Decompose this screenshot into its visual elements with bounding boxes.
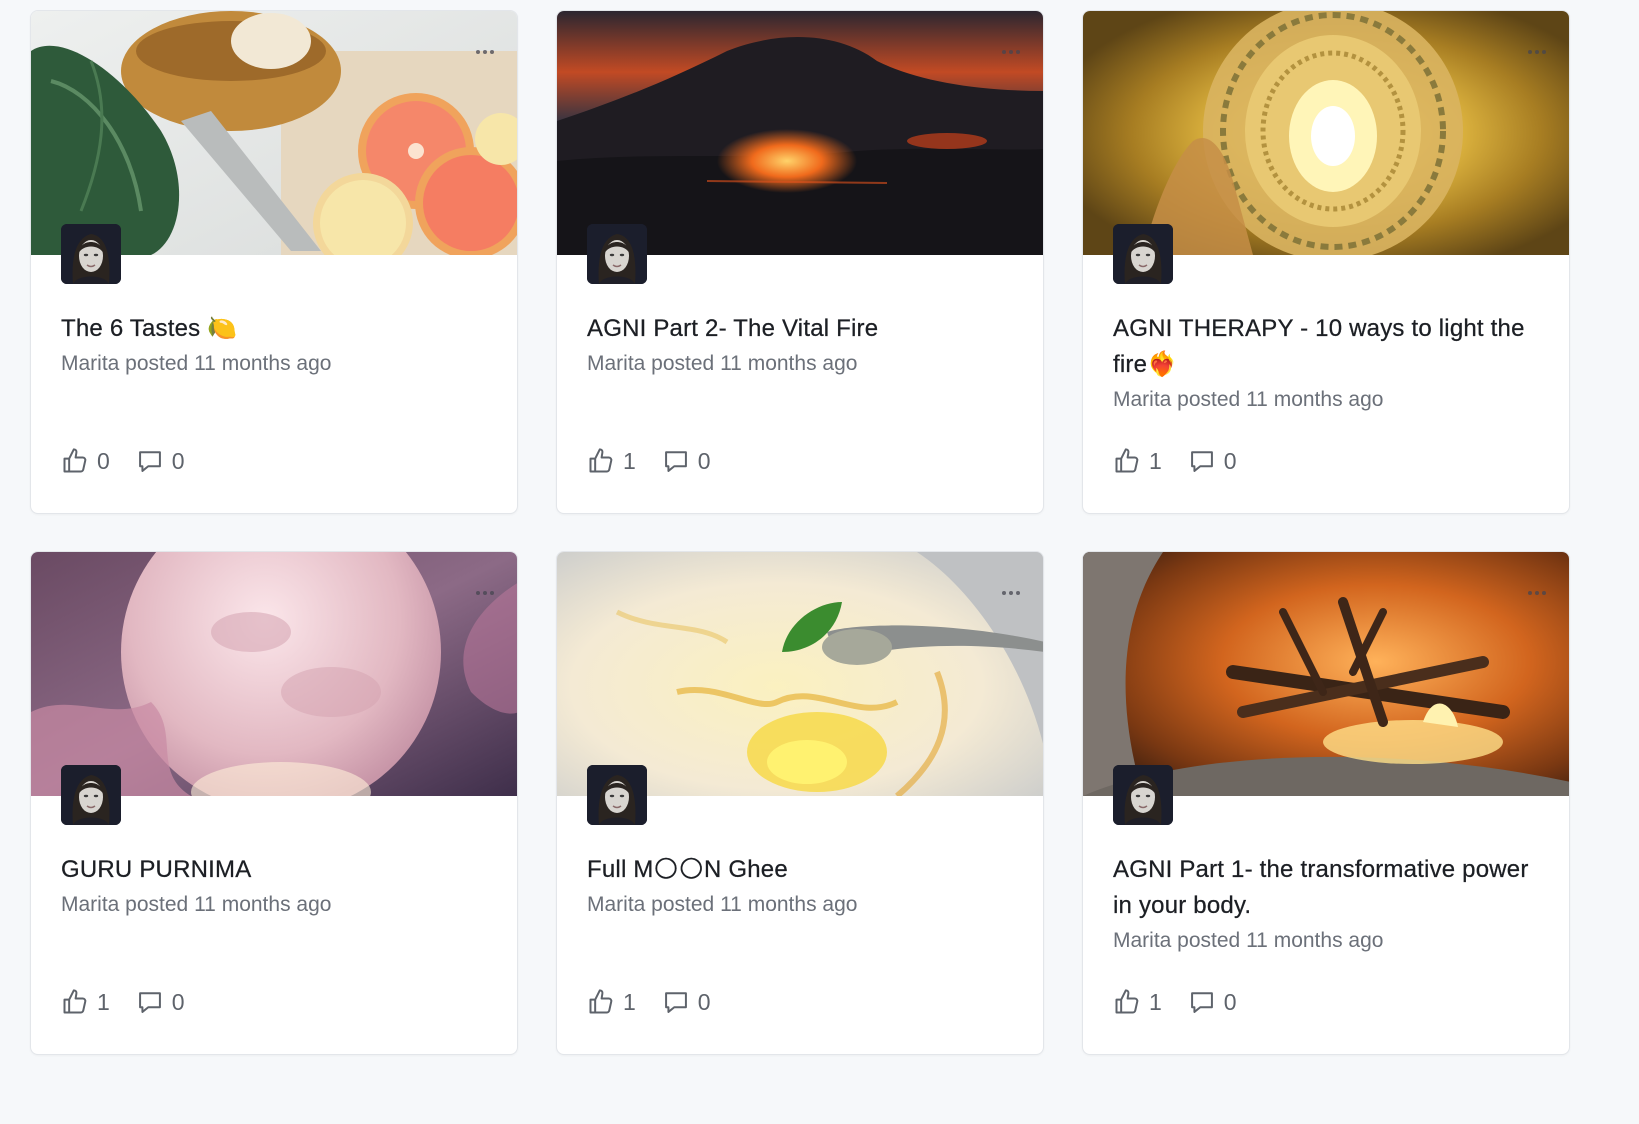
like-count: 0 [97, 447, 110, 474]
more-options-button[interactable] [471, 45, 499, 59]
post-meta: Marita posted 11 months ago [587, 893, 858, 916]
author-avatar[interactable] [1113, 224, 1173, 284]
thumbs-up-icon [1113, 447, 1141, 475]
post-title[interactable]: AGNI THERAPY - 10 ways to light the fire… [1113, 311, 1543, 383]
post-stats: 1 0 [587, 447, 711, 475]
fire-pit-image [1083, 552, 1569, 796]
comment-button[interactable]: 0 [136, 447, 185, 475]
more-options-button[interactable] [471, 586, 499, 600]
more-options-button[interactable] [1523, 45, 1551, 59]
author-avatar[interactable] [1113, 765, 1173, 825]
like-count: 1 [623, 988, 636, 1015]
post-card[interactable]: Full M🌕🌕N Ghee Marita posted 11 months a… [556, 551, 1044, 1055]
comment-count: 0 [697, 988, 711, 1015]
post-cover-image[interactable] [1083, 552, 1569, 796]
like-count: 1 [97, 988, 110, 1015]
post-title[interactable]: AGNI Part 1- the transformative power in… [1113, 852, 1543, 924]
ghee-pot-image [557, 552, 1043, 796]
post-stats: 1 0 [587, 988, 711, 1016]
thumbs-up-icon [587, 447, 615, 475]
like-button[interactable]: 0 [61, 447, 110, 475]
comment-icon [136, 988, 164, 1016]
post-card[interactable]: GURU PURNIMA Marita posted 11 months ago… [30, 551, 518, 1055]
post-title[interactable]: GURU PURNIMA [61, 852, 491, 888]
like-count: 1 [1149, 988, 1162, 1015]
more-options-button[interactable] [1523, 586, 1551, 600]
thumbs-up-icon [61, 988, 89, 1016]
full-moon-image [31, 552, 517, 796]
comment-count: 0 [171, 447, 185, 474]
comment-icon [1188, 447, 1216, 475]
thumbs-up-icon [587, 988, 615, 1016]
comment-count: 0 [1223, 988, 1237, 1015]
post-title[interactable]: AGNI Part 2- The Vital Fire [587, 311, 1017, 347]
author-avatar[interactable] [61, 765, 121, 825]
author-avatar[interactable] [61, 224, 121, 284]
post-meta: Marita posted 11 months ago [61, 352, 332, 375]
post-stats: 1 0 [1113, 988, 1237, 1016]
volcano-image [557, 11, 1043, 255]
comment-icon [662, 988, 690, 1016]
comment-button[interactable]: 0 [136, 988, 185, 1016]
like-button[interactable]: 1 [1113, 988, 1162, 1016]
post-meta: Marita posted 11 months ago [1113, 929, 1384, 952]
posts-grid: The 6 Tastes 🍋 Marita posted 11 months a… [30, 10, 1570, 1055]
post-card[interactable]: AGNI Part 2- The Vital Fire Marita poste… [556, 10, 1044, 514]
like-button[interactable]: 1 [61, 988, 110, 1016]
post-cover-image[interactable] [1083, 11, 1569, 255]
post-meta: Marita posted 11 months ago [587, 352, 858, 375]
post-card[interactable]: AGNI Part 1- the transformative power in… [1082, 551, 1570, 1055]
post-stats: 1 0 [61, 988, 185, 1016]
post-card[interactable]: The 6 Tastes 🍋 Marita posted 11 months a… [30, 10, 518, 514]
post-cover-image[interactable] [557, 552, 1043, 796]
comment-count: 0 [697, 447, 711, 474]
like-button[interactable]: 1 [1113, 447, 1162, 475]
like-count: 1 [623, 447, 636, 474]
more-options-button[interactable] [997, 586, 1025, 600]
lamp-image [1083, 11, 1569, 255]
post-card[interactable]: AGNI THERAPY - 10 ways to light the fire… [1082, 10, 1570, 514]
like-button[interactable]: 1 [587, 988, 636, 1016]
like-count: 1 [1149, 447, 1162, 474]
citrus-kale-image [31, 11, 517, 255]
more-options-button[interactable] [997, 45, 1025, 59]
post-cover-image[interactable] [31, 11, 517, 255]
author-avatar[interactable] [587, 765, 647, 825]
thumbs-up-icon [61, 447, 89, 475]
comment-button[interactable]: 0 [662, 988, 711, 1016]
author-avatar[interactable] [587, 224, 647, 284]
comment-button[interactable]: 0 [1188, 447, 1237, 475]
post-stats: 1 0 [1113, 447, 1237, 475]
comment-icon [136, 447, 164, 475]
like-button[interactable]: 1 [587, 447, 636, 475]
comment-icon [1188, 988, 1216, 1016]
post-cover-image[interactable] [31, 552, 517, 796]
post-meta: Marita posted 11 months ago [1113, 388, 1384, 411]
comment-count: 0 [1223, 447, 1237, 474]
comment-button[interactable]: 0 [1188, 988, 1237, 1016]
post-stats: 0 0 [61, 447, 185, 475]
comment-button[interactable]: 0 [662, 447, 711, 475]
thumbs-up-icon [1113, 988, 1141, 1016]
post-meta: Marita posted 11 months ago [61, 893, 332, 916]
post-cover-image[interactable] [557, 11, 1043, 255]
comment-icon [662, 447, 690, 475]
post-title[interactable]: Full M🌕🌕N Ghee [587, 852, 1017, 888]
post-title[interactable]: The 6 Tastes 🍋 [61, 311, 491, 347]
comment-count: 0 [171, 988, 185, 1015]
